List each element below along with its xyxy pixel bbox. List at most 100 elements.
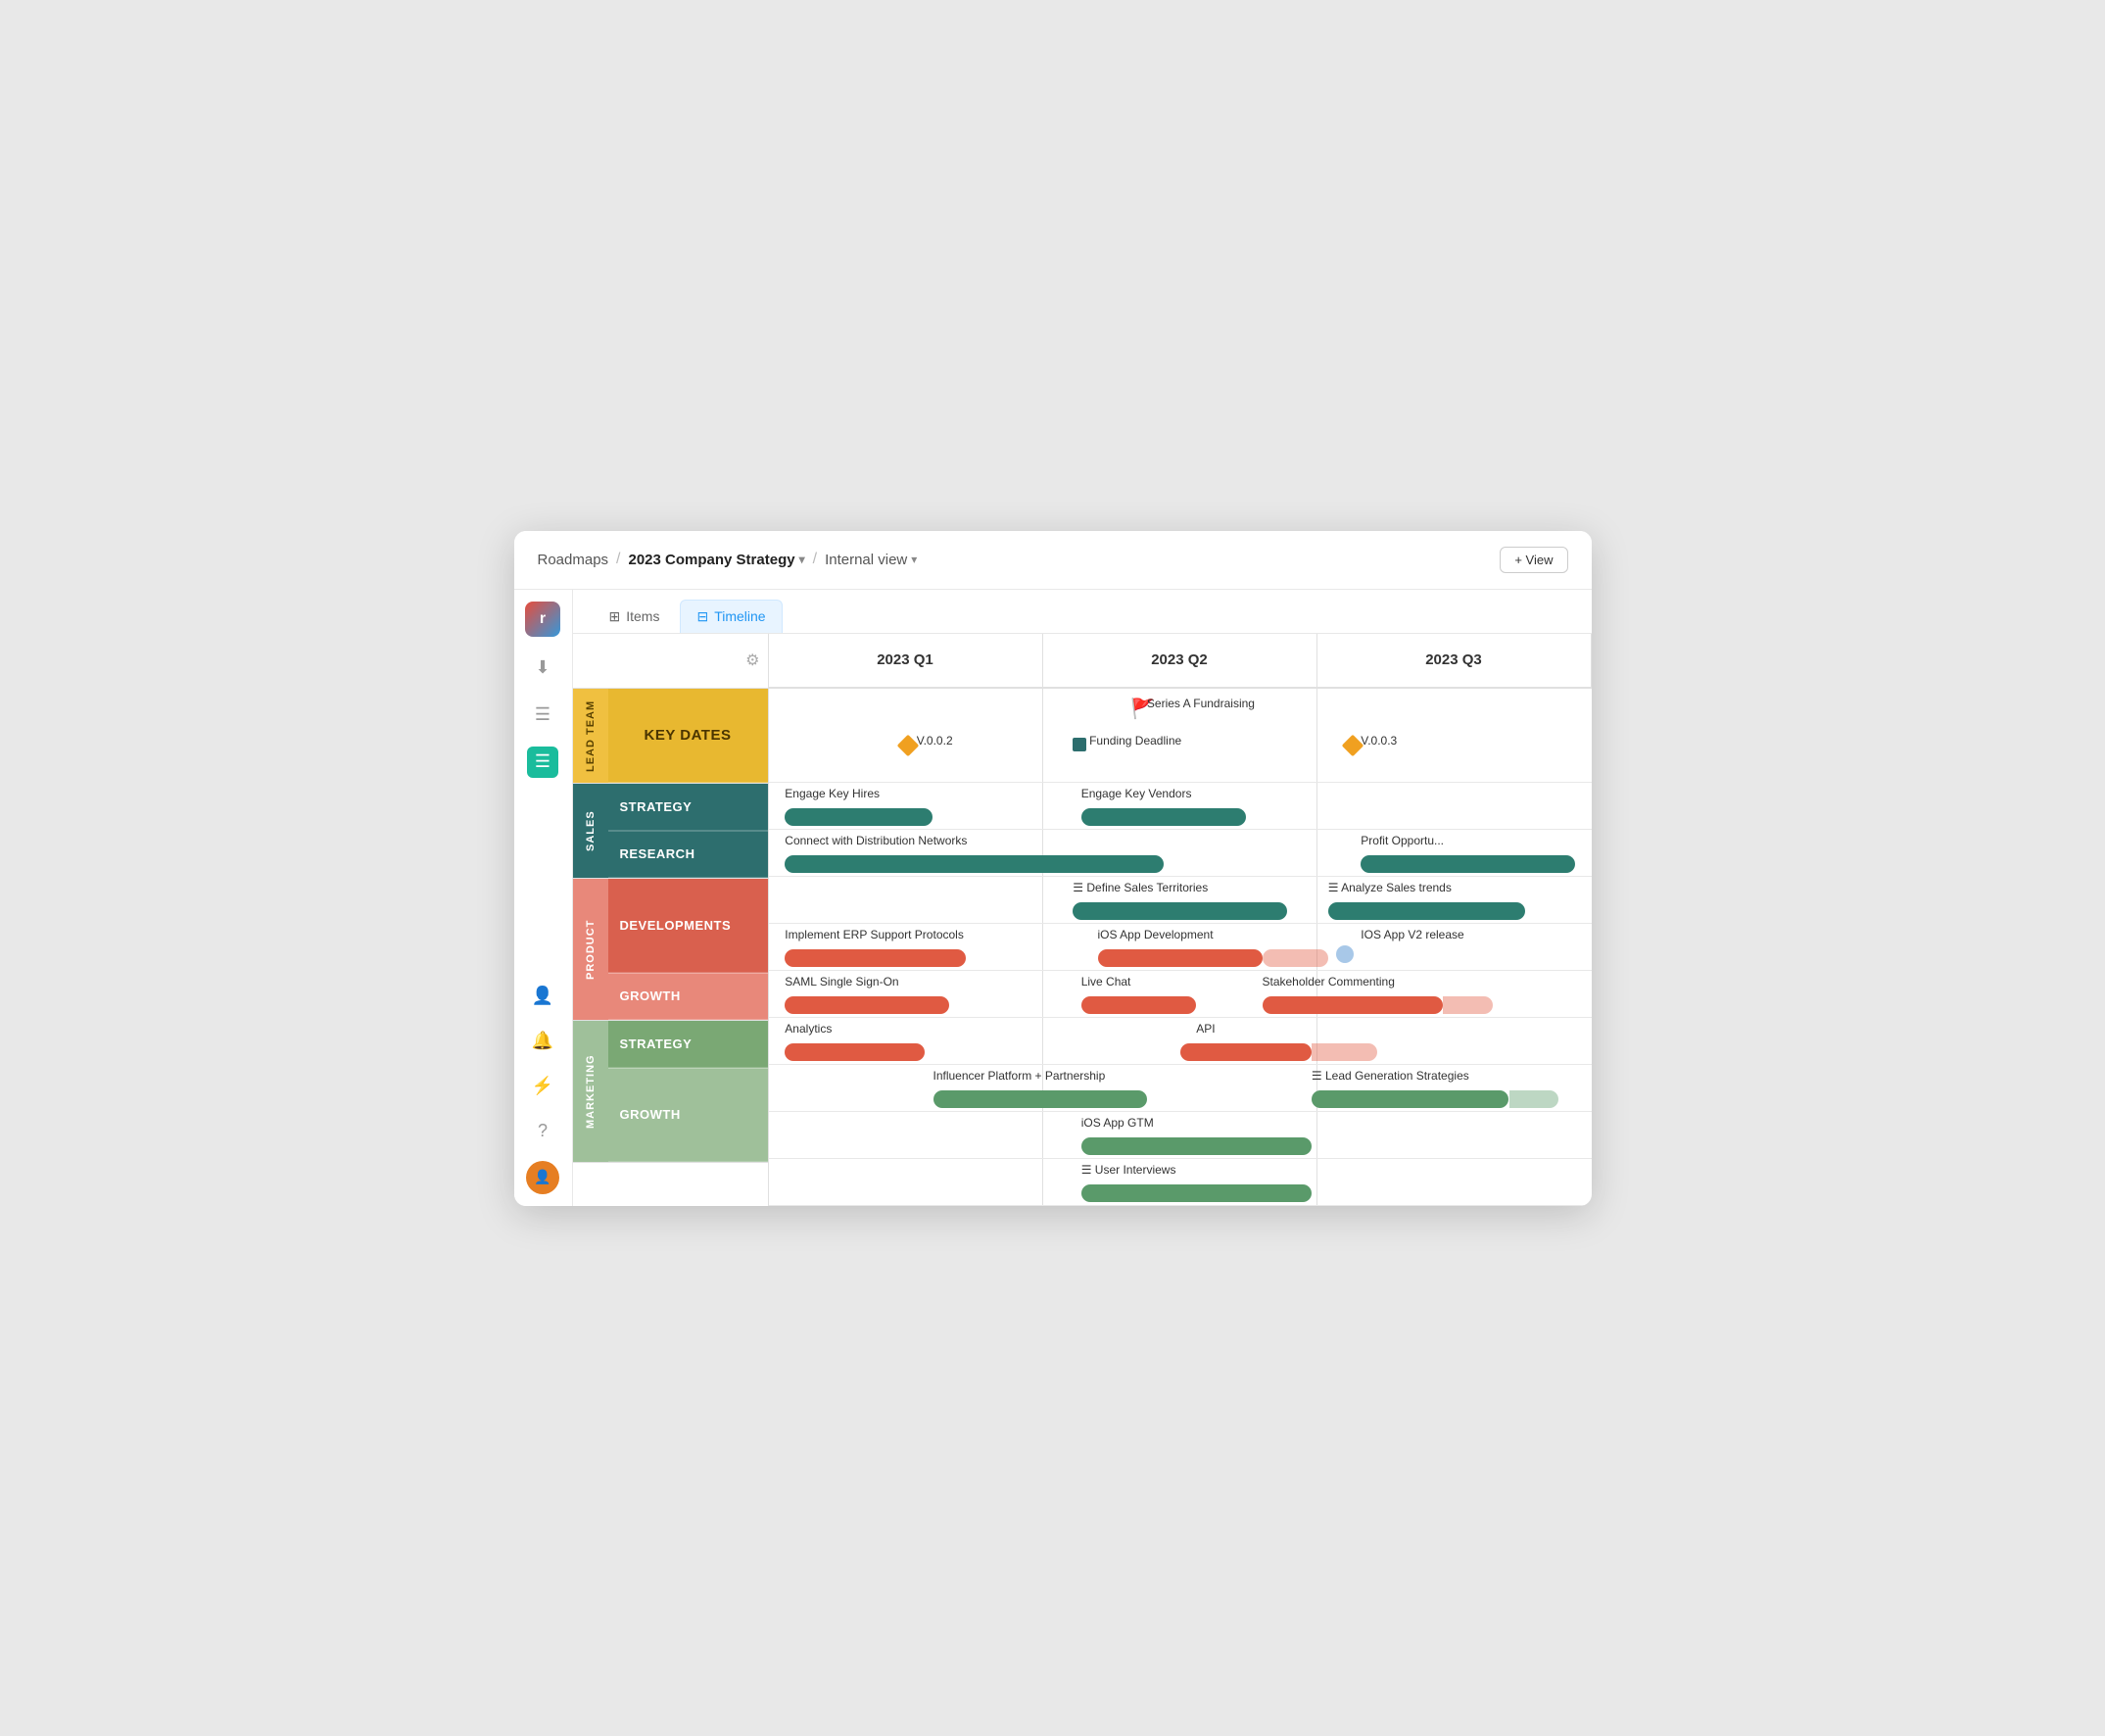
label-influencer: Influencer Platform + Partnership bbox=[933, 1069, 1106, 1083]
bar-analyze-sales[interactable] bbox=[1328, 902, 1526, 920]
row-product-developments: DEVELOPMENTS bbox=[608, 879, 768, 973]
sidebar-item-roadmap[interactable]: ☰ bbox=[527, 747, 558, 778]
label-analyze-sales: ☰ Analyze Sales trends bbox=[1328, 881, 1452, 894]
bar-sales-territories[interactable] bbox=[1073, 902, 1286, 920]
group-label-lead: LEAD TEAM bbox=[573, 689, 608, 783]
app-window: Roadmaps / 2023 Company Strategy ▾ / Int… bbox=[514, 531, 1592, 1206]
row-sales-research: RESEARCH bbox=[608, 831, 768, 878]
sidebar-bottom: 👤 🔔 ⚡ ? 👤 bbox=[526, 981, 559, 1194]
sidebar-item-notifications[interactable]: 🔔 bbox=[527, 1026, 558, 1057]
timeline-row-prod-dev-1: Implement ERP Support Protocols iOS App … bbox=[769, 924, 1592, 971]
bar-stakeholder-light bbox=[1443, 996, 1492, 1014]
label-livechat: Live Chat bbox=[1081, 975, 1131, 989]
bar-erp[interactable] bbox=[785, 949, 966, 967]
circle-ios-v2 bbox=[1336, 945, 1354, 963]
label-analytics: Analytics bbox=[785, 1022, 832, 1036]
bar-distribution[interactable] bbox=[785, 855, 1163, 873]
bar-key-hires[interactable] bbox=[785, 808, 933, 826]
label-ios-gtm: iOS App GTM bbox=[1081, 1116, 1154, 1130]
label-distribution: Connect with Distribution Networks bbox=[785, 834, 967, 847]
group-marketing: MARKETING STRATEGY GROWTH bbox=[573, 1021, 768, 1163]
bar-analytics[interactable] bbox=[785, 1043, 925, 1061]
label-key-hires: Engage Key Hires bbox=[785, 787, 880, 800]
view-selector[interactable]: Internal view ▾ bbox=[825, 552, 917, 568]
app-logo[interactable]: r bbox=[525, 602, 560, 637]
label-saml: SAML Single Sign-On bbox=[785, 975, 898, 989]
breadcrumb-home[interactable]: Roadmaps bbox=[538, 552, 609, 568]
bar-lead-gen[interactable] bbox=[1312, 1090, 1509, 1108]
bar-api-light bbox=[1312, 1043, 1377, 1061]
bar-api[interactable] bbox=[1180, 1043, 1312, 1061]
timeline-row-sales-research: ☰ Define Sales Territories ☰ Analyze Sal… bbox=[769, 877, 1592, 924]
row-key-dates: KEY DATES bbox=[608, 689, 768, 783]
chevron-view-icon: ▾ bbox=[911, 553, 917, 566]
tab-items[interactable]: ⊞ Items bbox=[593, 600, 677, 633]
row-sales-strategy: STRATEGY bbox=[608, 784, 768, 831]
row-headers: ⚙ LEAD TEAM KEY DATES SALES STRATEGY bbox=[573, 634, 769, 1206]
timeline-row-mkt-strategy: Influencer Platform + Partnership ☰ Lead… bbox=[769, 1065, 1592, 1112]
sidebar-item-activity[interactable]: ⚡ bbox=[527, 1071, 558, 1102]
chevron-down-icon: ▾ bbox=[799, 553, 805, 566]
label-lead-gen: ☰ Lead Generation Strategies bbox=[1312, 1069, 1469, 1083]
bar-profit[interactable] bbox=[1361, 855, 1574, 873]
bar-livechat[interactable] bbox=[1081, 996, 1197, 1014]
label-sales-territories: ☰ Define Sales Territories bbox=[1073, 881, 1208, 894]
sidebar-item-help[interactable]: ? bbox=[527, 1116, 558, 1147]
quarter-q3: 2023 Q3 bbox=[1317, 634, 1592, 687]
row-marketing-growth: GROWTH bbox=[608, 1068, 768, 1162]
milestone-funding[interactable] bbox=[1073, 738, 1086, 751]
bar-saml[interactable] bbox=[785, 996, 949, 1014]
group-rows-marketing: STRATEGY GROWTH bbox=[608, 1021, 768, 1162]
group-product: PRODUCT DEVELOPMENTS GROWTH bbox=[573, 879, 768, 1021]
row-marketing-strategy: STRATEGY bbox=[608, 1021, 768, 1068]
tab-timeline[interactable]: ⊟ Timeline bbox=[680, 600, 782, 633]
timeline-row-sales-strategy-2: Connect with Distribution Networks Profi… bbox=[769, 830, 1592, 877]
label-api: API bbox=[1196, 1022, 1215, 1036]
quarter-q2: 2023 Q2 bbox=[1043, 634, 1317, 687]
group-key-dates: LEAD TEAM KEY DATES bbox=[573, 689, 768, 784]
bar-ios-gtm[interactable] bbox=[1081, 1137, 1312, 1155]
label-ios-v2: IOS App V2 release bbox=[1361, 928, 1463, 941]
quarters-header: 2023 Q1 2023 Q2 2023 Q3 bbox=[769, 634, 1592, 689]
app-header: Roadmaps / 2023 Company Strategy ▾ / Int… bbox=[514, 531, 1592, 590]
header-spacer: ⚙ bbox=[573, 634, 768, 689]
group-rows-lead: KEY DATES bbox=[608, 689, 768, 783]
user-avatar[interactable]: 👤 bbox=[526, 1161, 559, 1194]
sidebar-item-contacts[interactable]: 👤 bbox=[527, 981, 558, 1012]
group-rows-product: DEVELOPMENTS GROWTH bbox=[608, 879, 768, 1020]
settings-icon[interactable]: ⚙ bbox=[745, 651, 759, 670]
bar-key-vendors[interactable] bbox=[1081, 808, 1246, 826]
timeline-icon: ⊟ bbox=[696, 608, 708, 625]
bar-user-interviews[interactable] bbox=[1081, 1184, 1312, 1202]
breadcrumb-sep1: / bbox=[616, 551, 620, 568]
row-product-growth: GROWTH bbox=[608, 973, 768, 1020]
sidebar-item-list[interactable]: ☰ bbox=[527, 699, 558, 731]
label-ios-dev: iOS App Development bbox=[1098, 928, 1214, 941]
milestone-label-v003: V.0.0.3 bbox=[1361, 734, 1397, 747]
bar-stakeholder[interactable] bbox=[1263, 996, 1444, 1014]
timeline-row-prod-growth: Analytics API bbox=[769, 1018, 1592, 1065]
flag-label-series-a: Series A Fundraising bbox=[1147, 697, 1255, 710]
label-stakeholder: Stakeholder Commenting bbox=[1263, 975, 1395, 989]
timeline-area: ⚙ LEAD TEAM KEY DATES SALES STRATEGY bbox=[573, 634, 1592, 1206]
breadcrumb: Roadmaps / 2023 Company Strategy ▾ / Int… bbox=[538, 551, 918, 568]
timeline-row-prod-dev-2: SAML Single Sign-On Live Chat Stakeholde… bbox=[769, 971, 1592, 1018]
bar-influencer[interactable] bbox=[933, 1090, 1147, 1108]
group-label-product: PRODUCT bbox=[573, 879, 608, 1020]
timeline-row-mkt-growth-1: iOS App GTM bbox=[769, 1112, 1592, 1159]
group-sales: SALES STRATEGY RESEARCH bbox=[573, 784, 768, 879]
label-erp: Implement ERP Support Protocols bbox=[785, 928, 964, 941]
bar-ios-dev[interactable] bbox=[1098, 949, 1263, 967]
group-label-sales: SALES bbox=[573, 784, 608, 878]
add-view-button[interactable]: + View bbox=[1500, 547, 1567, 573]
breadcrumb-page[interactable]: 2023 Company Strategy ▾ bbox=[629, 552, 805, 568]
content-area: ⊞ Items ⊟ Timeline ⚙ LEAD TEAM bbox=[573, 590, 1592, 1206]
sidebar-item-download[interactable]: ⬇ bbox=[527, 652, 558, 684]
group-label-marketing: MARKETING bbox=[573, 1021, 608, 1162]
timeline-row-key-dates: 🚩 Series A Fundraising V.0.0.2 Funding D… bbox=[769, 689, 1592, 783]
milestone-label-v002: V.0.0.2 bbox=[917, 734, 953, 747]
label-profit: Profit Opportu... bbox=[1361, 834, 1444, 847]
breadcrumb-sep2: / bbox=[813, 551, 817, 568]
timeline-grid: 2023 Q1 2023 Q2 2023 Q3 bbox=[769, 634, 1592, 1206]
timeline-rows: 🚩 Series A Fundraising V.0.0.2 Funding D… bbox=[769, 689, 1592, 1206]
